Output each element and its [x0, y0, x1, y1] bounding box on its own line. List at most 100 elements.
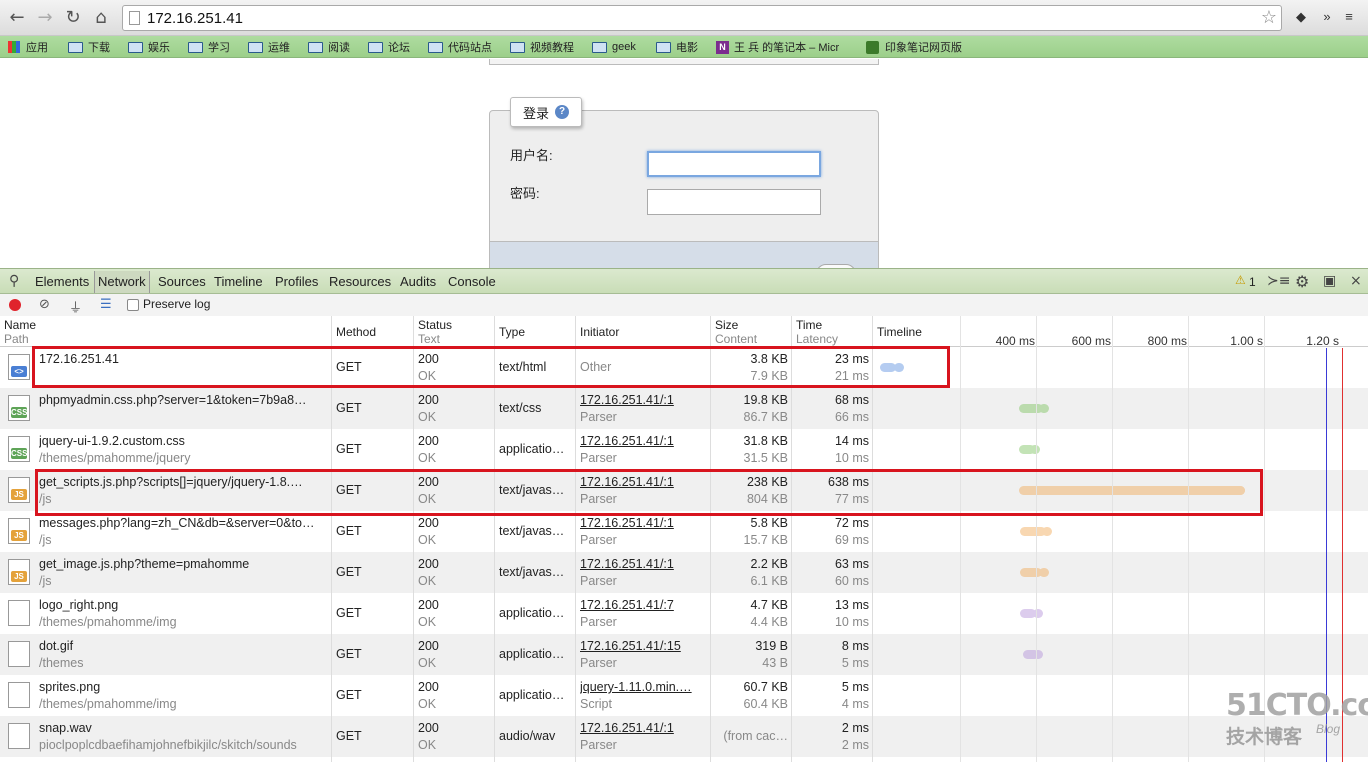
settings-gear-icon[interactable]: ⚙ — [1295, 272, 1309, 291]
close-icon[interactable]: × — [1350, 273, 1362, 289]
devtools-tabbar: ⚲ Elements Network Sources Timeline Prof… — [0, 268, 1368, 294]
tab-profiles[interactable]: Profiles — [275, 274, 318, 289]
col-timeline[interactable]: Timeline — [877, 325, 922, 339]
request-initiator[interactable]: 172.16.251.41/:1 Parser — [580, 515, 706, 549]
bookmark-folder[interactable]: geek — [592, 39, 636, 55]
request-time: 13 ms 10 ms — [834, 598, 869, 629]
tab-sources[interactable]: Sources — [158, 274, 206, 289]
request-method: GET — [336, 565, 362, 579]
bookmark-folder[interactable]: 下载 — [68, 39, 110, 55]
timeline-gridline — [960, 316, 961, 762]
request-row[interactable]: CSS phpmyadmin.css.php?server=1&token=7b9… — [0, 388, 1368, 429]
large-rows-icon[interactable]: ☰ — [100, 297, 112, 312]
tab-elements[interactable]: Elements — [35, 274, 89, 289]
highlight-box-document — [32, 346, 950, 388]
bookmark-folder[interactable]: 代码站点 — [428, 39, 492, 55]
col-size[interactable]: Size Content — [715, 318, 757, 346]
tab-audits[interactable]: Audits — [400, 274, 436, 289]
request-name[interactable]: jquery-ui-1.9.2.custom.css/themes/pmahom… — [39, 433, 327, 467]
request-row[interactable]: CSS jquery-ui-1.9.2.custom.css/themes/pma… — [0, 429, 1368, 470]
col-status[interactable]: Status Text — [418, 318, 452, 346]
warning-icon[interactable]: ⚠ — [1235, 273, 1246, 287]
grid-header: Name Path Method Status Text Type Initiato… — [0, 316, 1368, 348]
col-name[interactable]: Name Path — [4, 318, 36, 346]
request-name[interactable]: dot.gif/themes — [39, 638, 327, 672]
preserve-log-checkbox[interactable] — [127, 299, 139, 311]
request-initiator[interactable]: 172.16.251.41/:1 Parser — [580, 556, 706, 590]
bookmark-folder[interactable]: 阅读 — [308, 39, 350, 55]
clear-icon[interactable]: ⊘ — [39, 297, 50, 312]
col-time[interactable]: Time Latency — [796, 318, 838, 346]
bookmark-folder[interactable]: 论坛 — [368, 39, 410, 55]
dock-icon[interactable]: ▣ — [1323, 273, 1336, 289]
request-name[interactable]: snap.wav pioclpoplcdbaefihamjohnefbikjilc… — [39, 720, 327, 754]
request-initiator[interactable]: 172.16.251.41/:1 Parser — [580, 433, 706, 467]
request-row[interactable]: sprites.png/themes/pmahomme/img GET 200 OK a… — [0, 675, 1368, 716]
timeline-tick: 800 ms — [1147, 334, 1187, 348]
username-field[interactable] — [647, 151, 821, 177]
request-size: 2.2 KB 6.1 KB — [750, 557, 788, 588]
home-icon[interactable]: ⌂ — [90, 7, 112, 29]
console-drawer-icon[interactable]: ≻≡ — [1267, 273, 1290, 289]
request-initiator[interactable]: jquery-1.11.0.min.… Script — [580, 679, 706, 713]
request-row[interactable]: JS get_image.js.php?theme=pmahomme/js GET 2… — [0, 552, 1368, 593]
request-name[interactable]: sprites.png/themes/pmahomme/img — [39, 679, 327, 713]
col-initiator[interactable]: Initiator — [580, 325, 619, 339]
request-size: 19.8 KB 86.7 KB — [743, 393, 788, 424]
extension-icon[interactable]: ◆ — [1292, 8, 1310, 26]
bookmark-onenote[interactable]: N王 兵 的笔记本 – Micr — [716, 39, 850, 55]
bookmark-apps[interactable]: 应用 — [8, 39, 48, 55]
highlight-box-scripts — [35, 469, 1263, 516]
request-row[interactable]: dot.gif/themes GET 200 OK applicatio… 172.16.… — [0, 634, 1368, 675]
watermark-blog: Blog — [1316, 722, 1341, 736]
request-type: applicatio… — [499, 647, 565, 661]
preserve-log-label: Preserve log — [143, 297, 211, 311]
request-row[interactable]: JS messages.php?lang=zh_CN&db=&server=0&t… — [0, 511, 1368, 552]
request-status: 200 OK — [418, 721, 439, 752]
request-time: 68 ms 66 ms — [834, 393, 869, 424]
request-initiator[interactable]: 172.16.251.41/:15 Parser — [580, 638, 706, 672]
filter-icon[interactable]: ⏚ — [69, 297, 82, 316]
css-file-icon: CSS — [8, 395, 30, 421]
request-initiator[interactable]: 172.16.251.41/:1 Parser — [580, 392, 706, 426]
forward-icon[interactable]: → — [34, 7, 56, 29]
request-name[interactable]: logo_right.png/themes/pmahomme/img — [39, 597, 327, 631]
bookmark-folder[interactable]: 娱乐 — [128, 39, 170, 55]
bookmark-folder[interactable]: 电影 — [656, 39, 698, 55]
request-time: 63 ms 60 ms — [834, 557, 869, 588]
bookmark-evernote[interactable]: 印象笔记网页版 — [866, 39, 962, 55]
request-name[interactable]: get_image.js.php?theme=pmahomme/js — [39, 556, 327, 590]
record-icon[interactable] — [9, 299, 21, 311]
login-legend: 登录 ? — [510, 97, 582, 127]
request-initiator[interactable]: 172.16.251.41/:7 Parser — [580, 597, 706, 631]
tab-resources[interactable]: Resources — [329, 274, 391, 289]
tab-network[interactable]: Network — [94, 271, 150, 293]
tab-console[interactable]: Console — [448, 274, 496, 289]
address-bar[interactable]: 172.16.251.41 ☆ — [122, 5, 1282, 31]
col-type[interactable]: Type — [499, 325, 525, 339]
bookmark-star-icon[interactable]: ☆ — [1261, 7, 1277, 28]
request-name[interactable]: messages.php?lang=zh_CN&db=&server=0&to…… — [39, 515, 327, 549]
timeline-download-segment — [1039, 404, 1050, 413]
bookmark-folder[interactable]: 视频教程 — [510, 39, 574, 55]
reload-icon[interactable]: ↻ — [62, 7, 84, 29]
folder-icon — [128, 41, 143, 53]
overflow-chevron-icon[interactable]: » — [1318, 8, 1336, 26]
tab-timeline[interactable]: Timeline — [214, 274, 263, 289]
help-icon[interactable]: ? — [555, 105, 569, 119]
inspect-search-icon[interactable]: ⚲ — [9, 273, 19, 289]
bookmark-folder[interactable]: 运维 — [248, 39, 290, 55]
bookmark-folder[interactable]: 学习 — [188, 39, 230, 55]
col-method[interactable]: Method — [336, 325, 376, 339]
request-name[interactable]: phpmyadmin.css.php?server=1&token=7b9a8… — [39, 392, 327, 409]
request-row[interactable]: snap.wav pioclpoplcdbaefihamjohnefbikjilc… — [0, 716, 1368, 757]
menu-icon[interactable]: ≡ — [1340, 8, 1358, 26]
request-size: (from cac… — [723, 729, 788, 743]
request-row[interactable]: logo_right.png/themes/pmahomme/img GET 200… — [0, 593, 1368, 634]
back-icon[interactable]: ← — [6, 7, 28, 29]
folder-icon — [656, 41, 671, 53]
request-initiator[interactable]: 172.16.251.41/:1 Parser — [580, 720, 706, 754]
url-text[interactable]: 172.16.251.41 — [147, 10, 243, 27]
css-file-icon: CSS — [8, 436, 30, 462]
password-field[interactable] — [647, 189, 821, 215]
